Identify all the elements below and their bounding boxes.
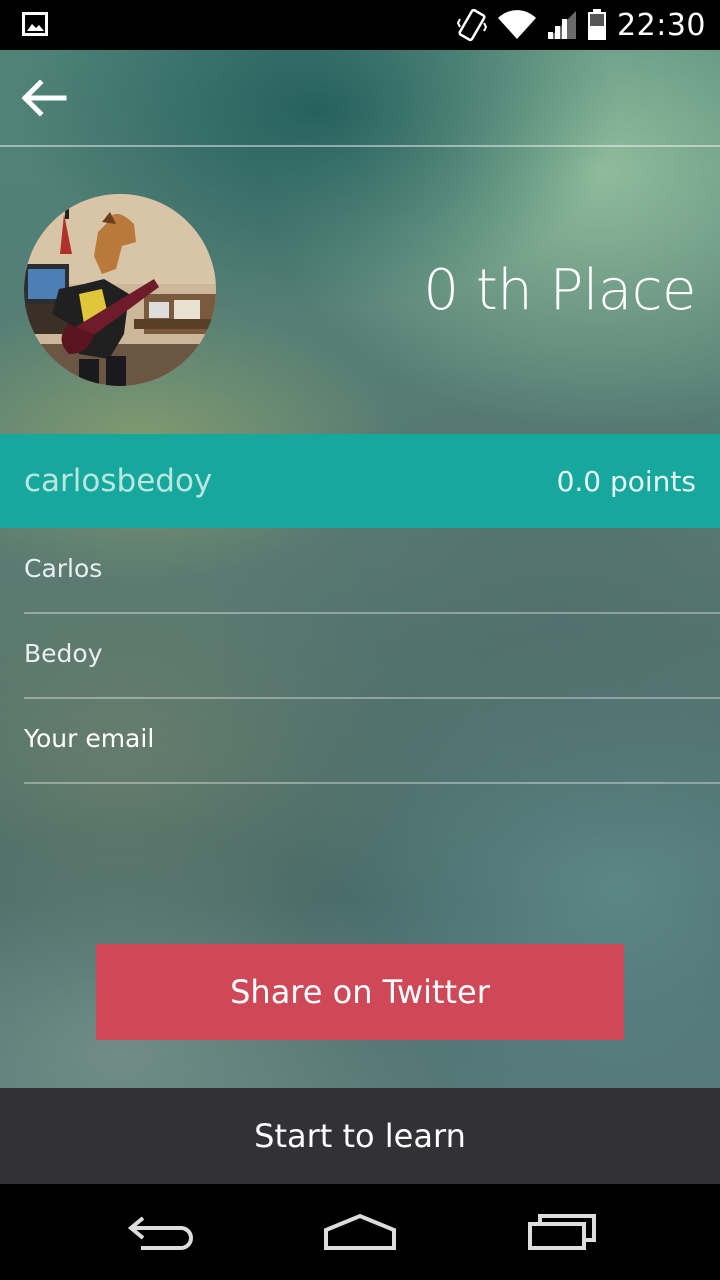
user-bar: carlosbedoy 0.0 points [0, 434, 720, 528]
vibrate-icon [457, 8, 488, 42]
status-bar: 22:30 [0, 0, 720, 50]
nav-back-button[interactable] [115, 1204, 205, 1260]
signal-icon [548, 11, 577, 39]
header-divider [0, 145, 720, 147]
image-notification-icon [22, 12, 48, 36]
first-name-value: Carlos [24, 554, 103, 583]
last-name-field[interactable]: Bedoy [24, 613, 720, 699]
status-time: 22:30 [617, 7, 706, 43]
avatar[interactable] [24, 194, 216, 386]
arrow-left-icon [21, 79, 67, 117]
profile-content: 0 th Place carlosbedoy 0.0 points Carlos… [0, 50, 720, 1184]
status-icons: 22:30 [457, 0, 706, 50]
username: carlosbedoy [24, 463, 213, 499]
nav-recents-button[interactable] [517, 1204, 607, 1260]
wifi-icon [498, 10, 537, 39]
toolbar [0, 50, 720, 147]
place-rank: 0 th Place [423, 258, 696, 323]
battery-icon [588, 9, 607, 40]
first-name-field[interactable]: Carlos [24, 528, 720, 614]
nav-home-button[interactable] [315, 1204, 405, 1260]
last-name-value: Bedoy [24, 639, 103, 668]
screen: 22:30 0 th Place carlosbedoy 0.0 points … [0, 0, 720, 1280]
home-nav-icon [324, 1213, 396, 1250]
email-placeholder: Your email [24, 724, 155, 753]
avatar-photo [24, 194, 216, 386]
navigation-bar [0, 1184, 720, 1280]
back-button[interactable] [14, 70, 74, 126]
points: 0.0 points [556, 465, 696, 498]
back-nav-icon [127, 1216, 193, 1250]
recents-nav-icon [528, 1214, 596, 1250]
share-on-twitter-button[interactable]: Share on Twitter [96, 944, 624, 1040]
email-field[interactable]: Your email [24, 698, 720, 784]
start-to-learn-button[interactable]: Start to learn [0, 1088, 720, 1184]
